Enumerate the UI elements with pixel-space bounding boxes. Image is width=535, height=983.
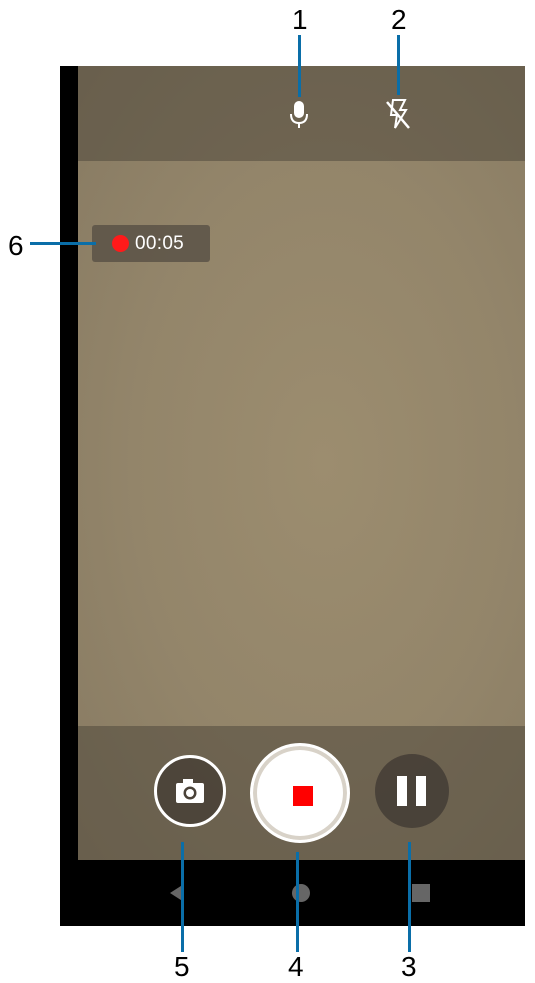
recents-icon[interactable] [412,884,430,902]
recording-dot-icon [112,235,129,252]
callout-line-4 [296,852,299,952]
callout-6: 6 [8,230,24,261]
callout-5: 5 [174,951,190,982]
callout-4: 4 [288,951,304,982]
recording-timer: 00:05 [92,225,210,262]
camera-viewfinder: 00:05 [78,66,525,860]
callout-line-1 [298,35,301,97]
navigation-bar [60,860,525,926]
callout-line-3 [408,842,411,952]
pause-icon [397,776,407,806]
phone-frame: 00:05 [60,66,525,926]
snapshot-button[interactable] [154,755,226,827]
callout-1: 1 [292,4,308,35]
callout-line-6 [30,242,96,245]
stop-record-icon [293,786,313,806]
callout-2: 2 [391,4,407,35]
top-control-bar [78,66,525,161]
callout-3: 3 [401,951,417,982]
pause-button[interactable] [375,754,449,828]
timer-text: 00:05 [135,232,185,254]
callout-line-2 [397,35,400,95]
stop-record-button[interactable] [250,743,350,843]
pause-icon-bar [416,776,426,806]
camera-icon [176,779,204,803]
callout-line-5 [181,842,184,952]
microphone-icon[interactable] [284,98,314,132]
home-icon[interactable] [292,884,310,902]
flash-off-icon[interactable] [381,96,415,132]
